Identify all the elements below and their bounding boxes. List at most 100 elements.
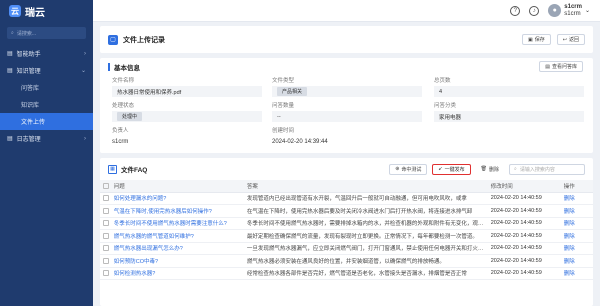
faq-search-placeholder: 请输入搜索内容 — [519, 166, 555, 173]
row-delete-link[interactable]: 删除 — [560, 217, 593, 230]
owner-label: 负责人 — [112, 128, 129, 134]
faq-card: ▦ 文件FAQ ⊕ 命中测试 ➹ 一键发布 🗑 删除 ⌕ 请输入搜索内容 问题 … — [100, 158, 593, 306]
row-delete-link[interactable]: 删除 — [560, 254, 593, 268]
sidebar: 云 瑞云 ⌕ 请搜索... ▤ 智能助手 › ▤ 知识管理 ⌄ 问答库 知识库 … — [0, 0, 93, 306]
bell-icon[interactable]: ♪ — [529, 5, 540, 16]
answer-cell: 经常检查热水器各部件是否完好，燃气管道是否老化，水管接头是否漏水，排烟管是否正常 — [243, 267, 488, 280]
topbar: ? ♪ ● s1crm s1crm ⌄ — [93, 0, 600, 22]
qa-count-label: 问答数量 — [272, 103, 295, 109]
logo-text: 瑞云 — [25, 7, 45, 19]
search-icon: ⌕ — [11, 30, 14, 36]
view-kb-label: 查看问答库 — [551, 64, 577, 70]
row-delete-link[interactable]: 删除 — [560, 242, 593, 255]
created-field: 2024-02-20 14:39:44 — [272, 138, 328, 145]
faq-title: 文件FAQ — [121, 167, 148, 174]
row-delete-link[interactable]: 删除 — [560, 267, 593, 280]
question-cell[interactable]: 气温在下降时,使用完热水器后如何操作? — [110, 204, 244, 218]
basic-info-card: 基本信息 ▤ 查看问答库 文件名称 热水器日常使用和保养.pdf 文件类型 产品… — [100, 58, 593, 153]
grid-icon: ▦ — [108, 164, 117, 174]
answer-cell: 一旦发现燃气热水器漏气，应立即关闭燃气阀门，打开门窗通风，禁止使用任何电器开关和… — [243, 242, 488, 255]
table-row[interactable]: 如何预防CO中毒? 燃气热水器必须安装在通风良好的位置，并安装烟道管，以确保燃气的… — [100, 254, 593, 268]
column-header-answer[interactable]: 答案 — [243, 180, 488, 193]
row-checkbox[interactable] — [100, 229, 111, 243]
back-icon: ↩ — [562, 36, 567, 43]
row-checkbox[interactable] — [100, 254, 111, 268]
time-cell: 2024-02-20 14:40:59 — [487, 254, 561, 268]
chevron-down-icon: ⌄ — [584, 8, 590, 14]
row-checkbox[interactable] — [100, 204, 111, 218]
created-label: 创建时间 — [272, 128, 295, 134]
folder-icon: ▤ — [7, 68, 13, 74]
answer-cell: 冬季长时间不使用燃气热水器时，需要排掉水箱内的水，并检查机器的外观和附件有无变化… — [243, 217, 488, 230]
answer-cell: 燃气热水器必须安装在通风良好的位置，并安装烟道管，以确保燃气的排放畅通。 — [243, 254, 488, 268]
status-field: 处理中 — [112, 111, 262, 122]
question-cell[interactable]: 燃气热水器出现漏气怎么办? — [110, 242, 244, 255]
time-cell: 2024-02-20 14:40:59 — [487, 242, 561, 255]
table-row[interactable]: 如何处理漏水的问题? 发现管道内已经出现管道有水开裂，气温回升后一般就可自动融通，… — [100, 192, 593, 205]
row-delete-link[interactable]: 删除 — [560, 204, 593, 218]
column-header-question[interactable]: 问题 — [110, 180, 244, 193]
sidebar-item-logs[interactable]: ▤ 日志管理 › — [0, 130, 93, 147]
faq-search-input[interactable]: ⌕ 请输入搜索内容 — [509, 163, 585, 175]
help-icon[interactable]: ? — [510, 5, 521, 16]
question-cell[interactable]: 冬季长时间不使用燃气热水器时需要注意什么? — [110, 217, 244, 230]
back-button[interactable]: ↩ 返回 — [556, 34, 585, 45]
pages-field: 4 — [434, 86, 584, 97]
table-row[interactable]: 冬季长时间不使用燃气热水器时需要注意什么? 冬季长时间不使用燃气热水器时，需要排掉… — [100, 217, 593, 230]
file-name-field: 热水器日常使用和保养.pdf — [112, 86, 262, 97]
category-field: 家用电器 — [434, 111, 584, 122]
faq-table: 问题 答案 修改时间 操作 如何处理漏水的问题? 发现管道内已经出现管道有水开裂，… — [100, 180, 593, 280]
save-icon: ▣ — [528, 36, 533, 43]
question-cell[interactable]: 如何预防CO中毒? — [110, 254, 244, 268]
view-kb-button[interactable]: ▤ 查看问答库 — [539, 61, 583, 72]
time-cell: 2024-02-20 14:40:59 — [487, 192, 561, 205]
sidebar-item-qa[interactable]: 问答库 — [0, 79, 93, 96]
trash-icon: 🗑 — [480, 166, 487, 172]
column-header-time[interactable]: 修改时间 — [487, 180, 561, 193]
question-cell[interactable]: 燃气热水器的燃气管道如何维护? — [110, 229, 244, 243]
sidebar-item-upload[interactable]: 文件上传 — [0, 113, 93, 130]
save-button[interactable]: ▣ 保存 — [522, 34, 551, 45]
file-type-label: 文件类型 — [272, 78, 295, 84]
publish-all-button[interactable]: ➹ 一键发布 — [432, 163, 471, 175]
table-row[interactable]: 燃气热水器的燃气管道如何维护? 最好定期检查确保燃气的流量，发现有裂现时立即更换。… — [100, 229, 593, 243]
row-checkbox[interactable] — [100, 242, 111, 255]
user-menu[interactable]: ● s1crm s1crm ⌄ — [548, 4, 590, 18]
hit-test-label: 命中测试 — [401, 166, 422, 173]
save-label: 保存 — [534, 37, 545, 43]
file-type-field: 产品相关 — [272, 86, 422, 97]
page-header: ▢ 文件上传记录 ▣ 保存 ↩ 返回 — [100, 26, 593, 53]
status-badge: 处理中 — [117, 112, 143, 121]
row-checkbox[interactable] — [100, 217, 111, 230]
section-title: 基本信息 — [114, 64, 140, 72]
owner-field: s1crm — [112, 138, 129, 145]
pages-label: 总页数 — [434, 78, 451, 84]
table-row[interactable]: 气温在下降时,使用完热水器后如何操作? 在气温在下降时，使用完热水器后要及时关闭冷… — [100, 204, 593, 218]
row-checkbox[interactable] — [100, 267, 111, 280]
delete-button[interactable]: 🗑 删除 — [475, 163, 504, 175]
logo[interactable]: 云 瑞云 — [0, 0, 93, 22]
sidebar-search-input[interactable]: ⌕ 请搜索... — [7, 27, 86, 39]
row-delete-link[interactable]: 删除 — [560, 229, 593, 243]
document-icon: ▢ — [108, 34, 118, 45]
question-cell[interactable]: 如何处理漏水的问题? — [110, 192, 244, 205]
row-checkbox[interactable] — [100, 192, 111, 205]
sidebar-item-label: 知识管理 — [16, 69, 41, 75]
sidebar-item-assistant[interactable]: ▤ 智能助手 › — [0, 45, 93, 62]
select-all-checkbox[interactable] — [100, 180, 111, 193]
target-icon: ⊕ — [395, 166, 400, 172]
page-title: 文件上传记录 — [123, 36, 165, 44]
hit-test-button[interactable]: ⊕ 命中测试 — [389, 163, 428, 175]
answer-cell: 发现管道内已经出现管道有水开裂，气温回升后一般就可自动融通，但可用电吹风吹，或拿 — [243, 192, 488, 205]
file-type-tag: 产品相关 — [277, 87, 308, 96]
user-sub: s1crm — [564, 10, 581, 17]
row-delete-link[interactable]: 删除 — [560, 192, 593, 205]
search-icon: ⌕ — [514, 166, 517, 172]
sidebar-item-knowledge[interactable]: ▤ 知识管理 ⌄ — [0, 62, 93, 79]
answer-cell: 最好定期检查确保燃气的流量，发现有裂现时立即更换。正常情况下，每年都要检测一次管… — [243, 229, 488, 243]
question-cell[interactable]: 如何检测热水器? — [110, 267, 244, 280]
time-cell: 2024-02-20 14:40:59 — [487, 204, 561, 218]
table-row[interactable]: 如何检测热水器? 经常检查热水器各部件是否完好，燃气管道是否老化，水管接头是否漏水… — [100, 267, 593, 280]
table-row[interactable]: 燃气热水器出现漏气怎么办? 一旦发现燃气热水器漏气，应立即关闭燃气阀门，打开门窗通… — [100, 242, 593, 255]
sidebar-item-kb[interactable]: 知识库 — [0, 96, 93, 113]
